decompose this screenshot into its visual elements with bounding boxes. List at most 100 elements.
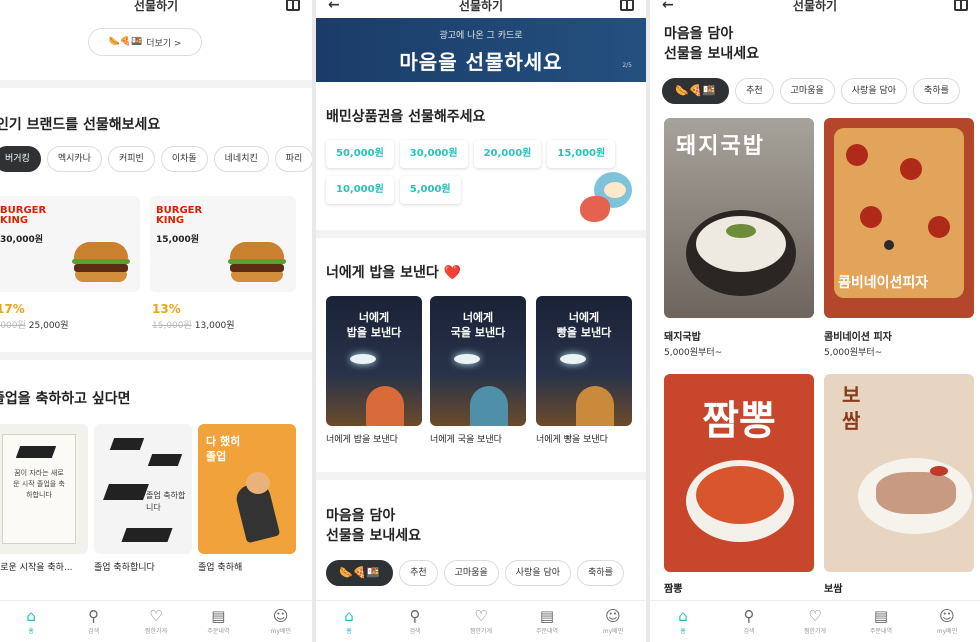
food-card[interactable]: 보쌈: [824, 374, 974, 572]
brand-chip[interactable]: 멕시카나: [46, 146, 102, 172]
back-arrow-icon[interactable]: ←: [328, 0, 340, 13]
amount-button[interactable]: 10,000원: [326, 176, 394, 204]
gift-box-icon[interactable]: [286, 0, 300, 11]
nav-search[interactable]: ⚲ 검색: [68, 608, 120, 635]
brand-chip[interactable]: 커피빈: [107, 146, 155, 172]
promo-banner[interactable]: 광고에 나온 그 카드로 마음을 선물하세요 2/5: [316, 18, 646, 82]
category-chip[interactable]: 🌭🍕🍱: [662, 78, 730, 104]
gift-box-icon[interactable]: [620, 0, 634, 11]
food-overlay-text: 콤비네이션피자: [838, 275, 929, 291]
food-overlay-text: 보쌈: [842, 383, 861, 433]
category-chip[interactable]: 축하를: [913, 78, 960, 104]
heart-title: 마음을 담아 선물을 보내세요: [664, 26, 760, 62]
amount-button[interactable]: 30,000원: [399, 140, 468, 168]
brand-card[interactable]: BURGER KING 30,000원: [0, 196, 140, 292]
card-caption: 새로운 시작을 축하...: [0, 563, 73, 573]
more-button[interactable]: 🌭🍕🍱 더보기 >: [88, 28, 202, 56]
nav-orders[interactable]: ▤ 주문내역: [192, 608, 244, 635]
food-overlay-text: 돼지국밥: [676, 134, 765, 159]
top-bar: ← 선물하기: [316, 0, 646, 16]
brand-chip[interactable]: 이차돌: [160, 146, 208, 172]
category-chip[interactable]: 고마움을: [779, 78, 835, 104]
price-line: 15,000원 13,000원: [152, 318, 235, 331]
category-chip[interactable]: 사랑을 담아: [840, 78, 908, 104]
bottom-nav: ⌂ 홈 ⚲ 검색 ♡ 찜한가게 ▤ 주문내역 ☺ my배민: [650, 600, 980, 642]
my-icon: ☺: [272, 607, 289, 625]
nav-home[interactable]: ⌂ 홈: [323, 608, 375, 635]
message-card[interactable]: 너에게 빵을 보낸다: [536, 296, 632, 426]
nav-home[interactable]: ⌂ 홈: [5, 608, 57, 635]
heart-icon: ♡: [149, 607, 163, 625]
heart-title: 마음을 담아 선물을 보내세요: [326, 508, 422, 544]
brand-card[interactable]: BURGER KING 15,000원: [150, 196, 296, 292]
panel-vouchers: ← 선물하기 광고에 나온 그 카드로 마음을 선물하세요 2/5 배민상품권을…: [316, 0, 646, 642]
orders-icon: ▤: [873, 607, 889, 625]
graduation-card[interactable]: 꿈이 자라는 새로운 시작 졸업을 축하합니다: [0, 424, 88, 554]
home-icon: ⌂: [26, 607, 36, 625]
character-illustration: [470, 386, 508, 426]
banner-pager: 2/5: [622, 62, 632, 69]
amount-button[interactable]: 5,000원: [399, 176, 461, 204]
category-chip[interactable]: 추천: [735, 78, 774, 104]
back-arrow-icon[interactable]: ←: [662, 0, 674, 13]
category-chip-row: 🌭🍕🍱 추천 고마움을 사랑을 담아 축하를: [326, 560, 624, 586]
category-chip[interactable]: 추천: [399, 560, 438, 586]
card-caption: 너에게 밥을 보낸다: [326, 435, 398, 445]
nav-my[interactable]: ☺ my배민: [255, 608, 307, 635]
brand-chip[interactable]: 네네치킨: [213, 146, 269, 172]
section-divider: [316, 472, 646, 480]
original-price: 30,000원: [0, 321, 26, 331]
nav-home[interactable]: ⌂ 홈: [657, 608, 709, 635]
banner-headline: 마음을 선물하세요: [399, 50, 563, 74]
category-chip-row: 🌭🍕🍱 추천 고마움을 사랑을 담아 축하를: [662, 78, 960, 104]
page-title: 선물하기: [792, 0, 838, 13]
food-card[interactable]: 돼지국밥: [664, 118, 814, 318]
brand-chip[interactable]: 버거킹: [0, 146, 41, 172]
comet-icon: [350, 354, 376, 364]
food-name: 보쌈: [824, 584, 843, 595]
food-price: 5,000원부터~: [664, 348, 723, 358]
nav-favorites[interactable]: ♡ 찜한가게: [130, 608, 182, 635]
category-chip[interactable]: 🌭🍕🍱: [326, 560, 394, 586]
nav-orders[interactable]: ▤ 주문내역: [855, 608, 907, 635]
original-price: 15,000원: [152, 321, 192, 331]
amount-button[interactable]: 50,000원: [326, 140, 394, 168]
nav-search[interactable]: ⚲ 검색: [389, 608, 441, 635]
nav-favorites[interactable]: ♡ 찜한가게: [789, 608, 841, 635]
nav-favorites[interactable]: ♡ 찜한가게: [455, 608, 507, 635]
grad-cap-icon: [147, 454, 183, 466]
character-illustration: [576, 386, 614, 426]
brand-chip[interactable]: 파리: [274, 146, 312, 172]
graduation-card[interactable]: 다 했히 졸업: [198, 424, 296, 554]
category-chip[interactable]: 고마움을: [443, 560, 499, 586]
gift-box-icon[interactable]: [954, 0, 968, 11]
nav-search[interactable]: ⚲ 검색: [723, 608, 775, 635]
grad-cap-icon: [103, 484, 149, 500]
nav-my[interactable]: ☺ my배민: [921, 608, 973, 635]
panel-brands: 선물하기 🌭🍕🍱 더보기 > 인기 브랜드를 선물해보세요 버거킹 멕시카나 커…: [0, 0, 312, 642]
message-card[interactable]: 너에게 밥을 보낸다: [326, 296, 422, 426]
panel-themes: ← 선물하기 마음을 담아 선물을 보내세요 🌭🍕🍱 추천 고마움을 사랑을 담…: [650, 0, 980, 642]
grad-cap-icon: [121, 528, 173, 542]
card-caption: 졸업 축하합니다: [94, 563, 155, 573]
amount-button[interactable]: 20,000원: [473, 140, 542, 168]
grad-cap-icon: [109, 438, 145, 450]
top-bar: ← 선물하기: [650, 0, 980, 16]
my-icon: ☺: [939, 607, 955, 625]
burger-image: [228, 242, 286, 284]
message-card[interactable]: 너에게 국을 보낸다: [430, 296, 526, 426]
brands-title: 인기 브랜드를 선물해보세요: [0, 117, 161, 133]
category-chip[interactable]: 축하를: [577, 560, 624, 586]
section-divider: [0, 80, 312, 88]
card-caption: 졸업 축하해: [198, 563, 243, 573]
nav-orders[interactable]: ▤ 주문내역: [521, 608, 573, 635]
card-text: 다 했히 졸업: [206, 435, 241, 463]
food-card[interactable]: 콤비네이션피자: [824, 118, 974, 318]
amount-button[interactable]: 15,000원: [547, 140, 616, 168]
food-card[interactable]: 짬뽕: [664, 374, 814, 572]
nav-my[interactable]: ☺ my배민: [587, 608, 639, 635]
page-title: 선물하기: [133, 0, 179, 13]
bottom-nav: ⌂ 홈 ⚲ 검색 ♡ 찜한가게 ▤ 주문내역 ☺ my배민: [0, 600, 312, 642]
category-chip[interactable]: 사랑을 담아: [504, 560, 572, 586]
graduation-card[interactable]: 졸업 축하합니다: [94, 424, 192, 554]
